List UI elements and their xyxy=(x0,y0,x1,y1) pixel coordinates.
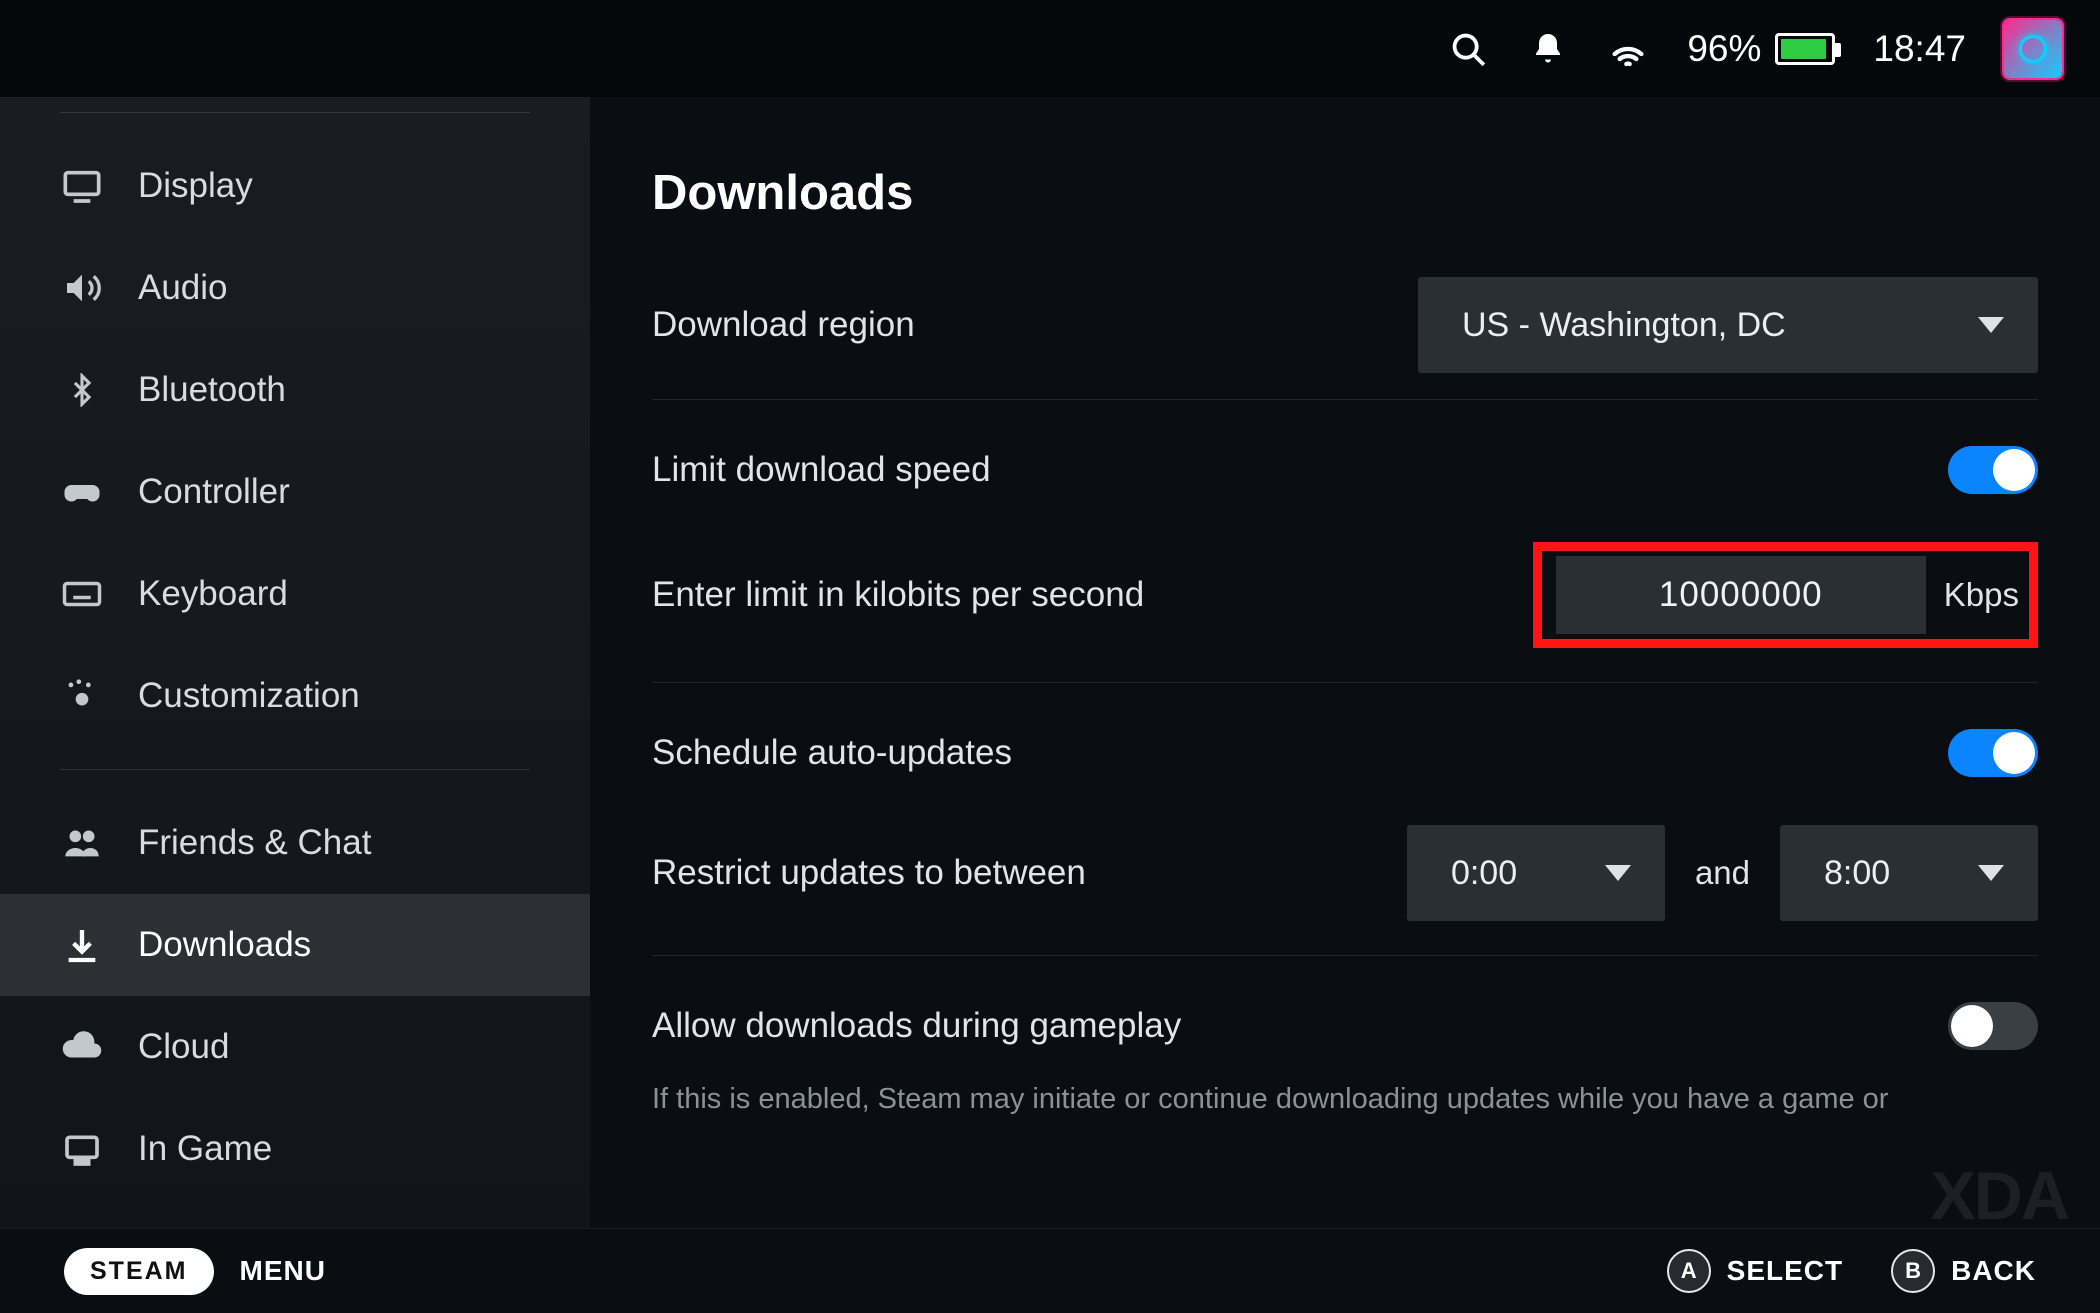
friends-icon xyxy=(60,821,104,865)
label-download-region: Download region xyxy=(652,305,915,345)
chevron-down-icon xyxy=(1605,865,1631,881)
label-limit-speed: Limit download speed xyxy=(652,450,991,490)
avatar[interactable] xyxy=(2004,20,2062,78)
battery-status: 96% xyxy=(1687,28,1835,70)
sidebar-item-controller[interactable]: Controller xyxy=(0,441,590,543)
row-download-region: Download region US - Washington, DC xyxy=(652,277,2038,373)
help-gameplay: If this is enabled, Steam may initiate o… xyxy=(652,1080,2038,1119)
sidebar-item-label: Keyboard xyxy=(138,574,288,614)
divider xyxy=(652,682,2038,683)
sidebar-item-label: Controller xyxy=(138,472,290,512)
ingame-icon xyxy=(60,1127,104,1171)
customization-icon xyxy=(60,674,104,718)
label-kbps-unit: Kbps xyxy=(1944,576,2019,614)
sidebar-item-label: Display xyxy=(138,166,253,206)
sidebar-item-label: Cloud xyxy=(138,1027,229,1067)
sidebar-item-audio[interactable]: Audio xyxy=(0,237,590,339)
clock: 18:47 xyxy=(1873,28,1966,70)
divider xyxy=(60,112,530,113)
toggle-gameplay[interactable] xyxy=(1948,1002,2038,1050)
row-gameplay-toggle: Allow downloads during gameplay xyxy=(652,982,2038,1070)
chevron-down-icon xyxy=(1978,865,2004,881)
status-bar: 96% 18:47 xyxy=(0,0,2100,97)
sidebar-item-label: Bluetooth xyxy=(138,370,286,410)
download-icon xyxy=(60,923,104,967)
sidebar-item-display[interactable]: Display xyxy=(0,135,590,237)
settings-sidebar: Display Audio Bluetooth Controller Keybo… xyxy=(0,97,590,1228)
sidebar-item-keyboard[interactable]: Keyboard xyxy=(0,543,590,645)
menu-label: MENU xyxy=(240,1255,326,1287)
controller-icon xyxy=(60,470,104,514)
keyboard-icon xyxy=(60,572,104,616)
battery-percent: 96% xyxy=(1687,28,1761,70)
search-icon[interactable] xyxy=(1447,28,1489,70)
dropdown-download-region[interactable]: US - Washington, DC xyxy=(1418,277,2038,373)
audio-icon xyxy=(60,266,104,310)
label-gameplay: Allow downloads during gameplay xyxy=(652,1006,1181,1046)
dropdown-time-to[interactable]: 8:00 xyxy=(1780,825,2038,921)
sidebar-item-label: Customization xyxy=(138,676,360,716)
hint-back: B BACK xyxy=(1891,1249,2036,1293)
sidebar-item-label: Friends & Chat xyxy=(138,823,371,863)
sidebar-item-bluetooth[interactable]: Bluetooth xyxy=(0,339,590,441)
highlight-annotation: 10000000 Kbps xyxy=(1533,542,2038,648)
sidebar-item-label: Audio xyxy=(138,268,228,308)
sidebar-item-label: In Game xyxy=(138,1129,272,1169)
dropdown-value: 0:00 xyxy=(1451,854,1517,893)
settings-main: Downloads Download region US - Washingto… xyxy=(590,97,2100,1228)
dropdown-value: 8:00 xyxy=(1824,854,1890,893)
steam-button[interactable]: STEAM xyxy=(64,1248,214,1295)
bell-icon[interactable] xyxy=(1527,28,1569,70)
toggle-schedule[interactable] xyxy=(1948,729,2038,777)
label-schedule: Schedule auto-updates xyxy=(652,733,1012,773)
row-limit-input: Enter limit in kilobits per second 10000… xyxy=(652,542,2038,648)
divider xyxy=(60,769,530,770)
row-limit-toggle: Limit download speed xyxy=(652,426,2038,514)
select-label: SELECT xyxy=(1727,1255,1843,1287)
battery-icon xyxy=(1775,33,1835,65)
label-restrict: Restrict updates to between xyxy=(652,853,1086,893)
display-icon xyxy=(60,164,104,208)
wifi-icon[interactable] xyxy=(1607,28,1649,70)
sidebar-item-label: Downloads xyxy=(138,925,311,965)
footer-hints: STEAM MENU A SELECT B BACK xyxy=(0,1228,2100,1313)
divider xyxy=(652,955,2038,956)
label-limit-input: Enter limit in kilobits per second xyxy=(652,575,1144,615)
sidebar-item-cloud[interactable]: Cloud xyxy=(0,996,590,1098)
divider xyxy=(652,399,2038,400)
chevron-down-icon xyxy=(1978,317,2004,333)
sidebar-item-ingame[interactable]: In Game xyxy=(0,1098,590,1200)
page-title: Downloads xyxy=(652,165,2038,221)
sidebar-item-downloads[interactable]: Downloads xyxy=(0,894,590,996)
toggle-limit-speed[interactable] xyxy=(1948,446,2038,494)
b-button-icon: B xyxy=(1891,1249,1935,1293)
label-and: and xyxy=(1695,854,1750,892)
sidebar-item-customization[interactable]: Customization xyxy=(0,645,590,747)
sidebar-item-friends[interactable]: Friends & Chat xyxy=(0,792,590,894)
row-restrict-times: Restrict updates to between 0:00 and 8:0… xyxy=(652,825,2038,921)
input-limit-kbps[interactable]: 10000000 xyxy=(1556,556,1926,634)
a-button-icon: A xyxy=(1667,1249,1711,1293)
hint-select: A SELECT xyxy=(1667,1249,1843,1293)
dropdown-time-from[interactable]: 0:00 xyxy=(1407,825,1665,921)
row-schedule-toggle: Schedule auto-updates xyxy=(652,709,2038,797)
back-label: BACK xyxy=(1951,1255,2036,1287)
bluetooth-icon xyxy=(60,368,104,412)
dropdown-value: US - Washington, DC xyxy=(1462,306,1786,345)
cloud-icon xyxy=(60,1025,104,1069)
